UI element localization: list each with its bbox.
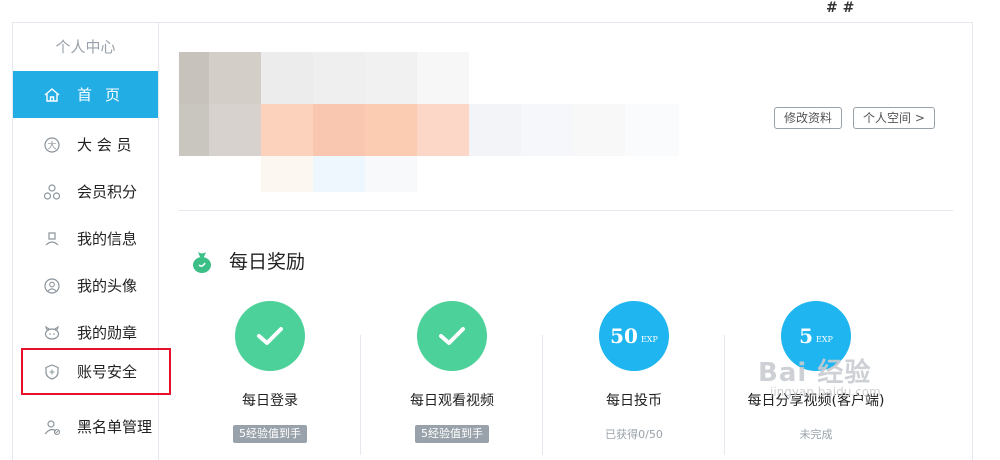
watermark: Bai 经验 jingyan.baidu.com (758, 352, 881, 399)
sidebar-title: 个人中心 (55, 38, 116, 56)
sidebar-item-label: 我的头像 (77, 277, 138, 295)
sidebar-item-label: 账号安全 (77, 363, 138, 381)
sidebar-item-label: 大 会 员 (77, 136, 132, 154)
user-icon (41, 228, 63, 250)
sidebar-item-label: 会员积分 (77, 183, 138, 201)
check-icon (235, 301, 305, 371)
sidebar-item-avatar[interactable]: 我的头像 (13, 262, 158, 309)
task-coin: 50 EXP 每日投币 已获得0/50 (543, 301, 725, 444)
check-icon (417, 301, 487, 371)
task-name: 每日登录 (242, 393, 298, 409)
svg-text:大: 大 (47, 139, 56, 151)
vip-icon: 大 (41, 134, 63, 156)
task-name: 每日投币 (606, 393, 662, 409)
task-status: 未完成 (799, 428, 833, 441)
medal-icon (41, 322, 63, 344)
avatar-icon (41, 275, 63, 297)
task-badge: 5经验值到手 (233, 425, 307, 443)
exp-unit: EXP (640, 334, 658, 344)
sidebar-item-security[interactable]: 账号安全 (21, 348, 171, 395)
corner-mark: # # (826, 0, 855, 16)
sidebar-item-info[interactable]: 我的信息 (13, 215, 158, 262)
sidebar-item-blacklist[interactable]: 黑名单管理 (13, 403, 158, 450)
sidebar: 个人中心 首页 大 大 会 员 会员积分 我的信息 我的头像 我的勋章 账号安全… (12, 22, 171, 460)
task-daily-login: 每日登录 5经验值到手 (179, 301, 361, 443)
shield-icon (41, 361, 63, 383)
exp-value: 50 (610, 324, 638, 348)
sidebar-item-label: 我的勋章 (77, 324, 138, 342)
points-icon (41, 181, 63, 203)
sidebar-item-label: 首页 (77, 86, 134, 104)
task-status: 已获得0/50 (605, 428, 663, 441)
exp-value: 5 (799, 324, 813, 348)
task-name: 每日观看视频 (410, 393, 494, 409)
watermark-logo: Bai 经验 (758, 358, 872, 388)
daily-reward-header: 每日奖励 (189, 247, 305, 274)
divider (179, 210, 953, 211)
profile-blurred-area (179, 52, 679, 192)
sidebar-item-label: 黑名单管理 (77, 418, 153, 436)
daily-reward-title: 每日奖励 (229, 251, 306, 273)
sidebar-item-vip[interactable]: 大 大 会 员 (13, 121, 158, 168)
blacklist-icon (41, 416, 63, 438)
sidebar-item-home[interactable]: 首页 (13, 71, 158, 118)
personal-space-button[interactable]: 个人空间 > (853, 107, 935, 129)
sidebar-item-points[interactable]: 会员积分 (13, 168, 158, 215)
home-icon (41, 84, 63, 106)
sidebar-item-label: 我的信息 (77, 230, 138, 248)
exp-unit: EXP (816, 334, 833, 344)
edit-profile-button[interactable]: 修改资料 (774, 107, 843, 129)
task-badge: 5经验值到手 (415, 425, 489, 443)
exp-circle: 50 EXP (599, 301, 669, 371)
money-bag-icon (189, 248, 215, 274)
watermark-url: jingyan.baidu.com (770, 385, 881, 399)
task-watch-video: 每日观看视频 5经验值到手 (361, 301, 543, 443)
